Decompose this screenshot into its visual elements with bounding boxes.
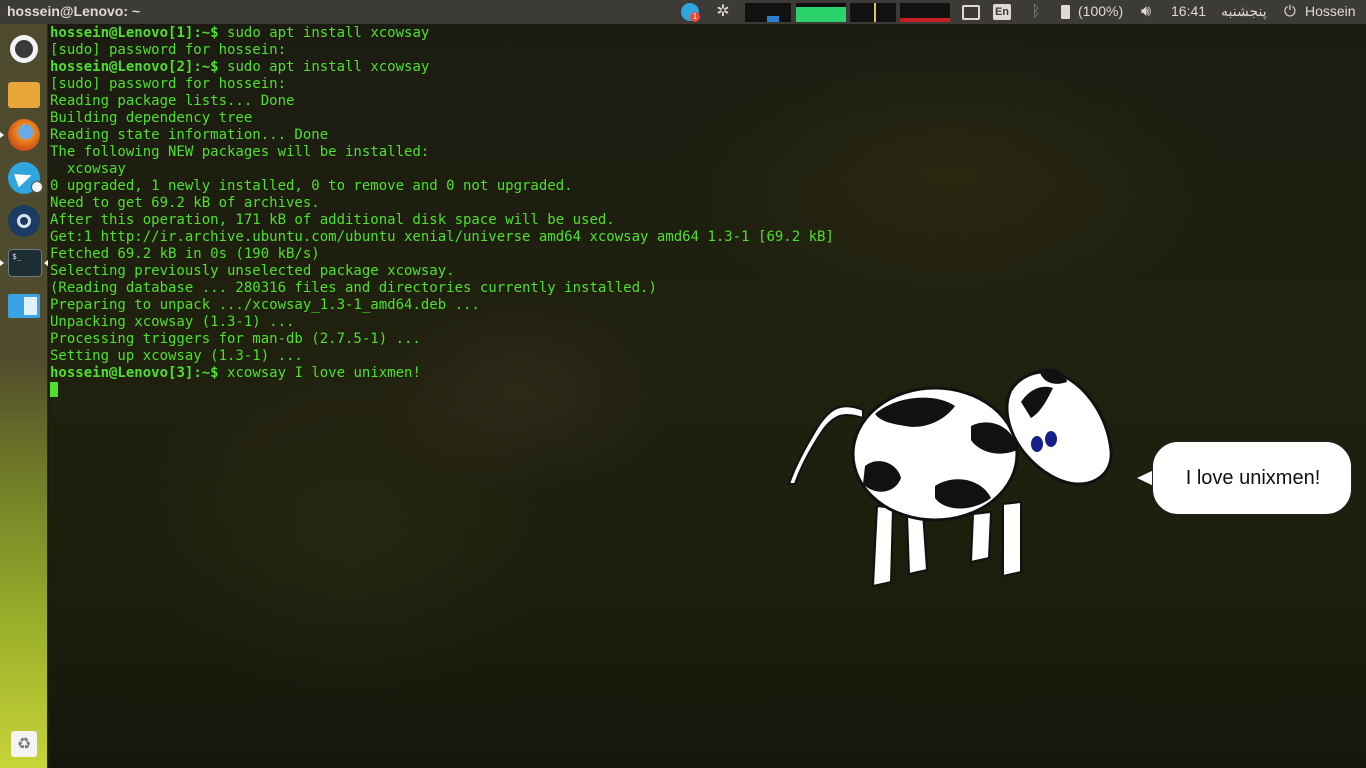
output-text: Building dependency tree	[50, 110, 253, 126]
trash-icon[interactable]: ♻	[11, 731, 37, 757]
prompt-user-host: hossein@Lenovo	[50, 59, 169, 75]
terminal-prompt-line: hossein@Lenovo[3]:~$ xcowsay I love unix…	[50, 365, 834, 382]
workspace-switcher-icon[interactable]	[8, 294, 40, 318]
terminal-output-line: Setting up xcowsay (1.3-1) ...	[50, 348, 834, 365]
terminal-output-line: After this operation, 171 kB of addition…	[50, 212, 834, 229]
power-icon[interactable]: ⏻	[1284, 2, 1300, 22]
terminal-output-line: Reading state information... Done	[50, 127, 834, 144]
output-text: (Reading database ... 280316 files and d…	[50, 280, 657, 296]
output-text: Unpacking xcowsay (1.3-1) ...	[50, 314, 295, 330]
files-icon[interactable]	[8, 82, 40, 108]
terminal-output-line: Processing triggers for man-db (2.7.5-1)…	[50, 331, 834, 348]
battery-percent[interactable]: (100%)	[1078, 3, 1123, 19]
terminal-output-line: Selecting previously unselected package …	[50, 263, 834, 280]
terminal-output-line: Preparing to unpack .../xcowsay_1.3-1_am…	[50, 297, 834, 314]
command-text: xcowsay I love unixmen!	[227, 365, 421, 381]
launcher-border	[47, 24, 48, 768]
terminal-output-line: Reading package lists... Done	[50, 93, 834, 110]
telegram-notification-dot	[31, 181, 43, 193]
prompt-path: :~$	[193, 365, 228, 381]
output-text: Reading package lists... Done	[50, 93, 295, 109]
focused-indicator	[44, 260, 48, 266]
command-text: sudo apt install xcowsay	[227, 59, 430, 75]
terminal-output-line: [sudo] password for hossein:	[50, 42, 834, 59]
clock-time[interactable]: 16:41	[1171, 3, 1206, 19]
terminal-prompt-line: hossein@Lenovo[1]:~$ sudo apt install xc…	[50, 25, 834, 42]
firefox-icon[interactable]	[8, 119, 40, 151]
memory-graph[interactable]	[796, 3, 846, 22]
top-panel: hossein@Lenovo: ~ 1 ✲ En ᛒ (100%) 🔊︎ 16:…	[0, 0, 1366, 24]
terminal-window[interactable]: hossein@Lenovo[1]:~$ sudo apt install xc…	[49, 24, 1366, 768]
telegram-badge: 1	[690, 12, 700, 22]
prompt-history-number: [2]	[168, 59, 194, 75]
output-text: Fetched 69.2 kB in 0s (190 kB/s)	[50, 246, 320, 262]
output-text: The following NEW packages will be insta…	[50, 144, 430, 160]
terminal-output-line: Get:1 http://ir.archive.ubuntu.com/ubunt…	[50, 229, 834, 246]
terminal-icon-prompt: $_	[12, 252, 22, 261]
output-text: Processing triggers for man-db (2.7.5-1)…	[50, 331, 421, 347]
steam-icon[interactable]	[8, 205, 40, 237]
prompt-history-number: [1]	[168, 25, 194, 41]
keyboard-layout-indicator[interactable]: En	[993, 4, 1011, 20]
terminal-output-line: [sudo] password for hossein:	[50, 76, 834, 93]
output-text: xcowsay	[50, 161, 126, 177]
bluetooth-icon[interactable]: ᛒ	[1030, 2, 1042, 22]
dash-ubuntu-icon[interactable]	[10, 35, 38, 63]
output-text: Setting up xcowsay (1.3-1) ...	[50, 348, 303, 364]
speech-bubble[interactable]: I love unixmen!	[1152, 441, 1352, 515]
prompt-path: :~$	[193, 25, 228, 41]
prompt-user-host: hossein@Lenovo	[50, 25, 169, 41]
cow-illustration	[787, 368, 1113, 588]
output-text: Reading state information... Done	[50, 127, 329, 143]
speech-bubble-text: I love unixmen!	[1185, 467, 1321, 489]
battery-icon[interactable]	[1061, 5, 1070, 19]
output-text: After this operation, 171 kB of addition…	[50, 212, 615, 228]
output-text: Need to get 69.2 kB of archives.	[50, 195, 320, 211]
prompt-path: :~$	[193, 59, 228, 75]
output-text: 0 upgraded, 1 newly installed, 0 to remo…	[50, 178, 573, 194]
output-text: [sudo] password for hossein:	[50, 42, 287, 58]
terminal-output-line: Fetched 69.2 kB in 0s (190 kB/s)	[50, 246, 834, 263]
terminal-output-line: 0 upgraded, 1 newly installed, 0 to remo…	[50, 178, 834, 195]
shutter-icon[interactable]: ✲	[714, 3, 732, 21]
launcher: $_ ♻	[0, 24, 48, 768]
prompt-history-number: [3]	[168, 365, 194, 381]
terminal-prompt-line: hossein@Lenovo[2]:~$ sudo apt install xc…	[50, 59, 834, 76]
cpu-graph[interactable]	[745, 3, 791, 22]
display-icon[interactable]	[962, 5, 980, 20]
terminal-output-line: (Reading database ... 280316 files and d…	[50, 280, 834, 297]
terminal-output: hossein@Lenovo[1]:~$ sudo apt install xc…	[50, 25, 834, 399]
prompt-user-host: hossein@Lenovo	[50, 365, 169, 381]
terminal-output-line: The following NEW packages will be insta…	[50, 144, 834, 161]
running-indicator	[0, 260, 4, 266]
terminal-icon[interactable]: $_	[8, 249, 42, 277]
volume-icon[interactable]: 🔊︎	[1141, 2, 1159, 22]
clock-day[interactable]: پنجشنبه	[1221, 3, 1267, 20]
output-text: Get:1 http://ir.archive.ubuntu.com/ubunt…	[50, 229, 834, 245]
terminal-output-line: xcowsay	[50, 161, 834, 178]
running-indicator	[0, 132, 4, 138]
terminal-output-line: Need to get 69.2 kB of archives.	[50, 195, 834, 212]
window-title: hossein@Lenovo: ~	[7, 3, 141, 19]
terminal-cursor	[50, 382, 58, 397]
terminal-output-line: Building dependency tree	[50, 110, 834, 127]
network-graph[interactable]	[900, 3, 950, 22]
xcowsay-cow[interactable]	[785, 366, 1115, 592]
output-text: [sudo] password for hossein:	[50, 76, 287, 92]
user-name[interactable]: Hossein	[1305, 3, 1356, 19]
output-text: Selecting previously unselected package …	[50, 263, 455, 279]
terminal-output-line: Unpacking xcowsay (1.3-1) ...	[50, 314, 834, 331]
command-text: sudo apt install xcowsay	[227, 25, 430, 41]
terminal-input-line[interactable]	[50, 382, 834, 399]
output-text: Preparing to unpack .../xcowsay_1.3-1_am…	[50, 297, 480, 313]
swap-graph[interactable]	[850, 3, 896, 22]
